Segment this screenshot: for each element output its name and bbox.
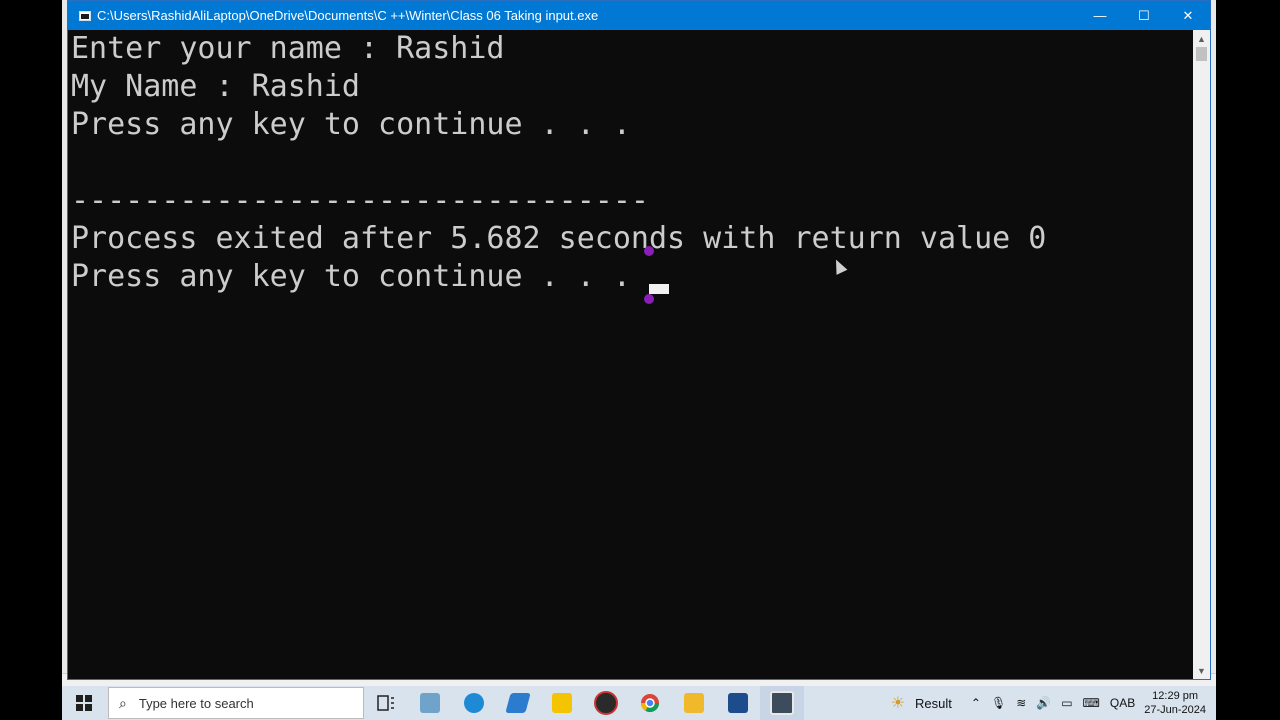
app-icon-3[interactable] (584, 686, 628, 720)
maximize-button[interactable]: ☐ (1122, 1, 1166, 30)
taskbar: ⌕ Type here to search ☀ Result ⌃ 🎙 ≋ 🔊 ▭… (62, 686, 1216, 720)
sticky-notes-icon[interactable] (540, 686, 584, 720)
chevron-up-icon[interactable]: ⌃ (966, 696, 986, 710)
scroll-thumb[interactable] (1196, 47, 1207, 61)
clock[interactable]: 12:29 pm 27-Jun-2024 (1140, 689, 1216, 717)
chrome-icon[interactable] (628, 686, 672, 720)
console-line: Enter your name : Rashid (71, 31, 505, 66)
app-icon-2[interactable] (496, 686, 540, 720)
clock-date: 27-Jun-2024 (1144, 704, 1206, 716)
console-window: C:\Users\RashidAliLaptop\OneDrive\Docume… (67, 0, 1211, 680)
pointer-marker-dot (644, 246, 654, 256)
console-line: -------------------------------- (71, 183, 649, 218)
window-title: C:\Users\RashidAliLaptop\OneDrive\Docume… (97, 8, 599, 23)
minimize-button[interactable]: — (1078, 1, 1122, 30)
app-icon[interactable] (408, 686, 452, 720)
microphone-icon[interactable]: 🎙 (986, 696, 1011, 710)
search-placeholder: Type here to search (138, 695, 254, 711)
pointer-marker-dot (644, 294, 654, 304)
console-output[interactable]: Enter your name : Rashid My Name : Rashi… (71, 30, 1193, 678)
vertical-scrollbar[interactable]: ▲ ▼ (1193, 30, 1210, 679)
window-controls: — ☐ ✕ (1078, 1, 1210, 30)
volume-icon[interactable]: 🔊 (1031, 696, 1056, 710)
console-line: Press any key to continue . . . (71, 107, 631, 142)
system-tray: ☀ Result ⌃ 🎙 ≋ 🔊 ▭ ⌨ QAB 12:29 pm 27-Jun… (886, 686, 1216, 720)
console-line: Process exited after 5.682 seconds with … (71, 221, 1047, 256)
console-line: My Name : Rashid (71, 69, 360, 104)
scroll-down-icon[interactable]: ▼ (1193, 662, 1210, 679)
language-indicator[interactable]: QAB (1105, 696, 1140, 710)
battery-icon[interactable]: ▭ (1056, 696, 1077, 710)
edge-icon[interactable] (452, 686, 496, 720)
close-button[interactable]: ✕ (1166, 1, 1210, 30)
weather-icon[interactable]: ☀ (886, 693, 910, 713)
mouse-pointer-icon (830, 257, 848, 275)
task-view-icon[interactable] (364, 686, 408, 720)
start-button[interactable] (62, 686, 106, 720)
result-label[interactable]: Result (910, 696, 966, 711)
console-app-icon (79, 10, 91, 21)
title-bar[interactable]: C:\Users\RashidAliLaptop\OneDrive\Docume… (68, 1, 1210, 30)
windows-logo-icon (76, 695, 92, 711)
scroll-up-icon[interactable]: ▲ (1193, 30, 1210, 47)
file-explorer-icon[interactable] (672, 686, 716, 720)
console-app-taskbar-icon[interactable] (760, 686, 804, 720)
keyboard-icon[interactable]: ⌨ (1078, 696, 1105, 710)
console-line: Press any key to continue . . . (71, 259, 631, 294)
text-cursor (649, 284, 669, 294)
taskbar-search[interactable]: ⌕ Type here to search (108, 687, 364, 719)
wifi-icon[interactable]: ≋ (1011, 696, 1031, 710)
clock-time: 12:29 pm (1152, 690, 1199, 702)
search-icon: ⌕ (119, 694, 127, 711)
dev-cpp-icon[interactable] (716, 686, 760, 720)
screen: C:\Users\RashidAliLaptop\OneDrive\Docume… (0, 0, 1280, 720)
